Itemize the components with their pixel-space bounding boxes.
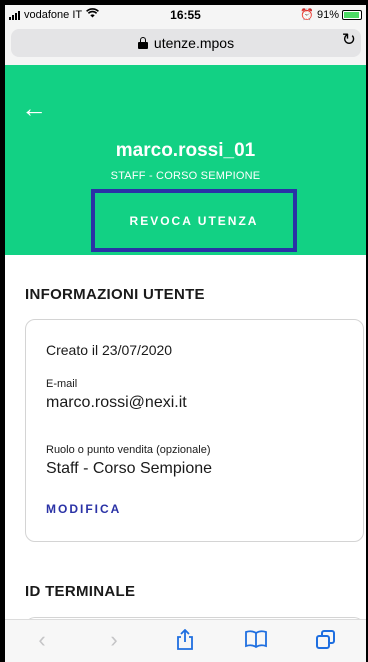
forward-icon[interactable]: › xyxy=(99,629,129,651)
tabs-icon[interactable] xyxy=(311,629,341,650)
profile-header: ← marco.rossi_01 STAFF - CORSO SEMPIONE … xyxy=(5,65,366,255)
app-frame: vodafone IT 16:55 ⏰ 91% utenze.mpos ↻ ← … xyxy=(5,5,366,662)
role-value: Staff - Corso Sempione xyxy=(46,460,213,477)
back-arrow-icon[interactable]: ← xyxy=(21,95,47,121)
email-value: marco.rossi@nexi.it xyxy=(46,394,187,411)
username: marco.rossi_01 xyxy=(115,140,256,161)
battery-icon xyxy=(342,9,362,20)
user-role: STAFF - CORSO SEMPIONE xyxy=(110,170,261,182)
revoke-user-button[interactable]: REVOCA UTENZA xyxy=(91,189,297,252)
terminal-title: ID TERMINALE xyxy=(25,583,136,600)
share-icon[interactable] xyxy=(170,628,200,655)
user-info-title: INFORMAZIONI UTENTE xyxy=(25,286,205,303)
status-right: ⏰ 91% xyxy=(300,8,362,21)
address-area: utenze.mpos ↻ xyxy=(5,25,366,65)
browser-toolbar: ‹ › xyxy=(5,619,366,662)
status-bar: vodafone IT 16:55 ⏰ 91% xyxy=(5,5,366,25)
user-info-card: Creato il 23/07/2020 E-mail marco.rossi@… xyxy=(25,319,364,542)
alarm-icon: ⏰ xyxy=(300,9,314,21)
created-date: Creato il 23/07/2020 xyxy=(46,342,173,358)
email-label: E-mail xyxy=(46,378,78,390)
reload-icon[interactable]: ↻ xyxy=(342,30,356,50)
bookmarks-icon[interactable] xyxy=(241,629,271,653)
role-label: Ruolo o punto vendita (opzionale) xyxy=(46,444,211,456)
address-bar[interactable]: utenze.mpos xyxy=(11,29,361,57)
edit-link[interactable]: MODIFICA xyxy=(46,502,121,516)
back-icon[interactable]: ‹ xyxy=(27,629,57,651)
lock-icon xyxy=(137,37,148,49)
address-url: utenze.mpos xyxy=(153,35,235,51)
battery-fill xyxy=(344,11,359,18)
battery-percent: 91% xyxy=(316,8,339,21)
